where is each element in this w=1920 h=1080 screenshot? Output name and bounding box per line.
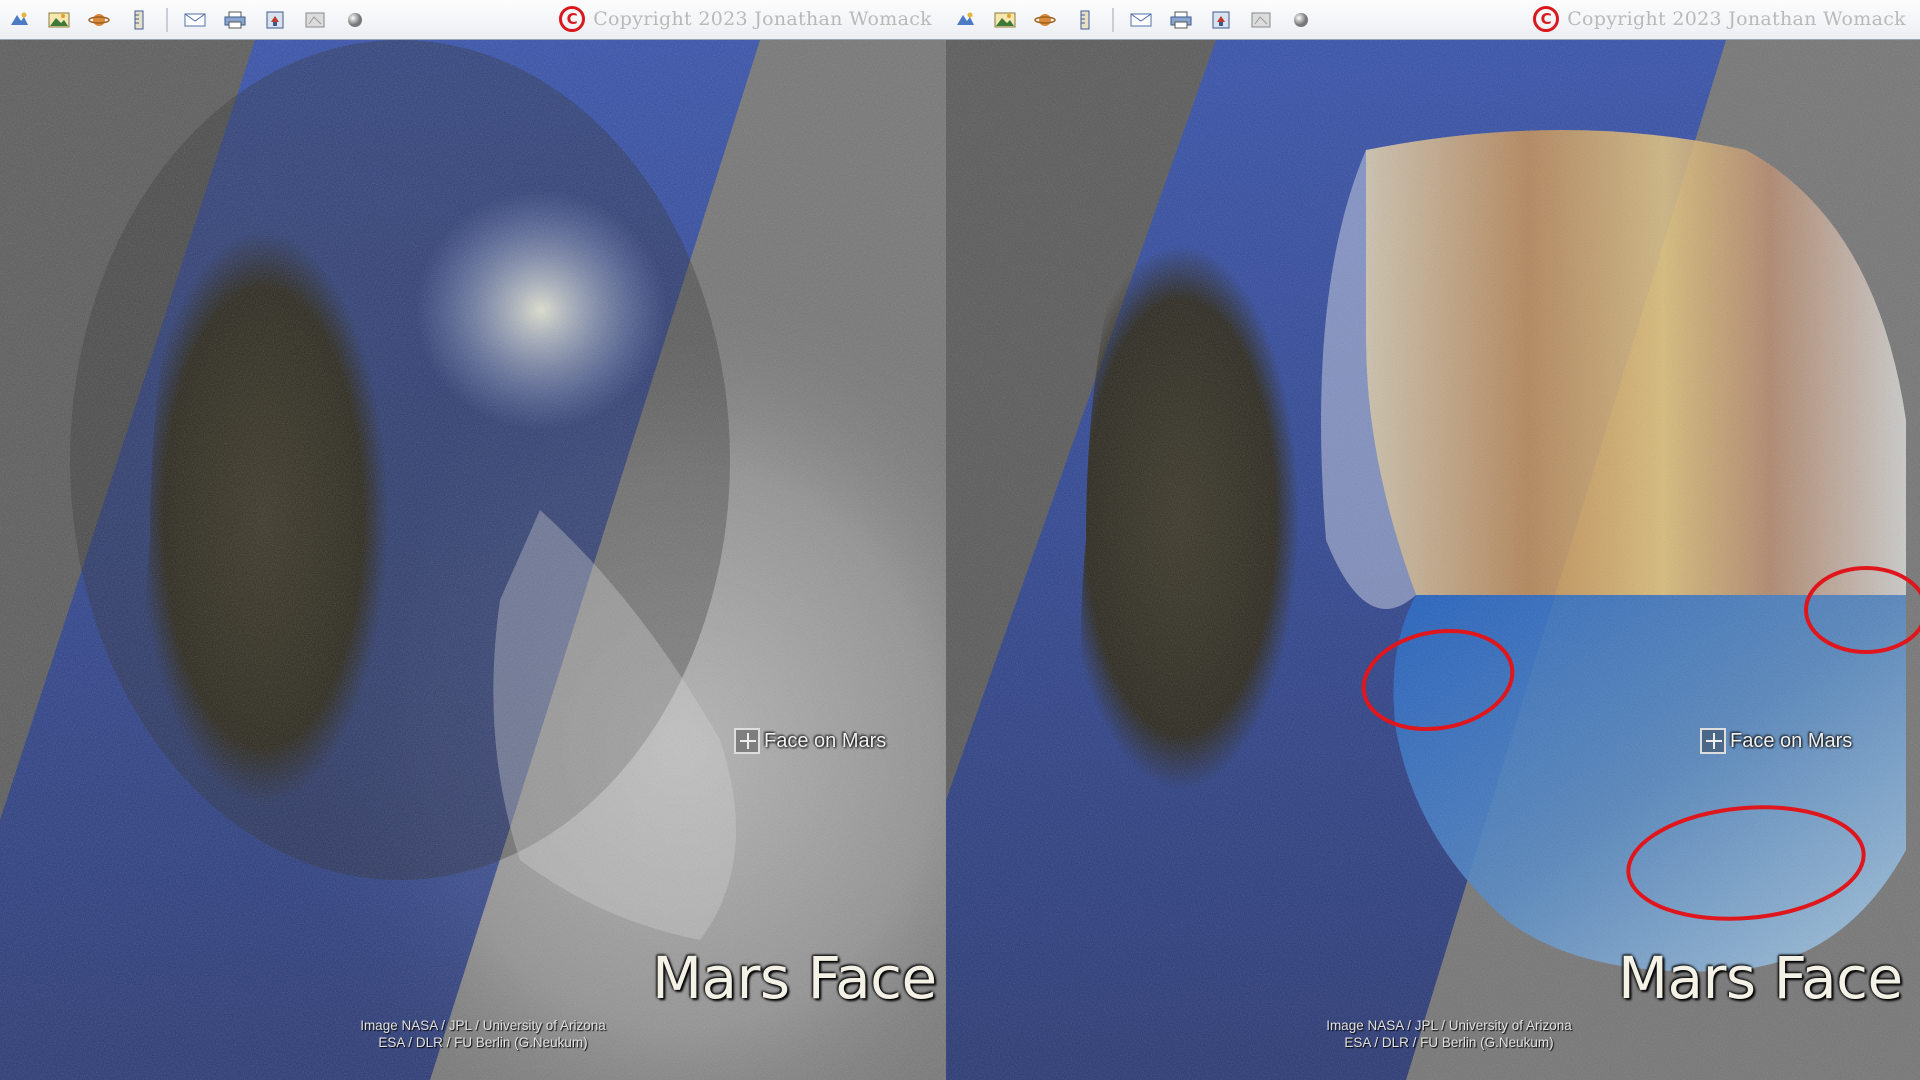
copyright-notice: C Copyright 2023 Jonathan Womack xyxy=(1533,6,1906,32)
print-icon[interactable] xyxy=(222,8,248,32)
switch-planet-icon[interactable] xyxy=(1032,8,1058,32)
image-credit: Image NASA / JPL / University of Arizona… xyxy=(1312,1017,1586,1051)
mars-terrain-image xyxy=(946,40,1920,1080)
left-view-panel: C Copyright 2023 Jonathan Womack Face on… xyxy=(0,0,946,1080)
image-credit: Image NASA / JPL / University of Arizona… xyxy=(346,1017,620,1051)
placemark-icon xyxy=(734,728,760,754)
copyright-text: Copyright 2023 Jonathan Womack xyxy=(1567,8,1906,30)
mars-terrain-image xyxy=(0,40,946,1080)
ruler-icon[interactable] xyxy=(126,8,152,32)
save-image-icon[interactable] xyxy=(262,8,288,32)
toolbar: C Copyright 2023 Jonathan Womack xyxy=(0,0,946,40)
add-image-overlay-icon[interactable] xyxy=(46,8,72,32)
credit-line-1: Image NASA / JPL / University of Arizona xyxy=(360,1018,606,1033)
placemark-label: Face on Mars xyxy=(1730,729,1853,752)
credit-line-2: ESA / DLR / FU Berlin (G.Neukum) xyxy=(1344,1035,1554,1050)
view-in-maps-icon[interactable] xyxy=(1248,8,1274,32)
face-on-mars-placemark[interactable]: Face on Mars xyxy=(734,728,886,754)
mars-face-title: Mars Face xyxy=(652,944,937,1012)
mars-face-title: Mars Face xyxy=(1618,944,1903,1012)
copyright-icon: C xyxy=(559,6,586,32)
email-icon[interactable] xyxy=(182,8,208,32)
toolbar-separator xyxy=(1112,7,1114,32)
credit-line-2: ESA / DLR / FU Berlin (G.Neukum) xyxy=(378,1035,588,1050)
save-image-icon[interactable] xyxy=(1208,8,1234,32)
right-view-panel: C Copyright 2023 Jonathan Womack Face on… xyxy=(946,0,1920,1080)
face-on-mars-placemark[interactable]: Face on Mars xyxy=(1700,728,1852,754)
email-icon[interactable] xyxy=(1128,8,1154,32)
copyright-notice: C Copyright 2023 Jonathan Womack xyxy=(559,6,932,32)
credit-line-1: Image NASA / JPL / University of Arizona xyxy=(1326,1018,1572,1033)
copyright-text: Copyright 2023 Jonathan Womack xyxy=(593,8,932,30)
ruler-icon[interactable] xyxy=(1072,8,1098,32)
add-placemark-icon[interactable] xyxy=(952,8,978,32)
map-view[interactable] xyxy=(946,40,1920,1080)
switch-planet-icon[interactable] xyxy=(86,8,112,32)
copyright-icon: C xyxy=(1533,6,1560,32)
toolbar: C Copyright 2023 Jonathan Womack xyxy=(946,0,1920,40)
print-icon[interactable] xyxy=(1168,8,1194,32)
placemark-icon xyxy=(1700,728,1726,754)
add-image-overlay-icon[interactable] xyxy=(992,8,1018,32)
toolbar-separator xyxy=(166,7,168,32)
sphere-icon[interactable] xyxy=(342,8,368,32)
map-view[interactable] xyxy=(0,40,946,1080)
add-placemark-icon[interactable] xyxy=(6,8,32,32)
sphere-icon[interactable] xyxy=(1288,8,1314,32)
view-in-maps-icon[interactable] xyxy=(302,8,328,32)
placemark-label: Face on Mars xyxy=(764,729,887,752)
